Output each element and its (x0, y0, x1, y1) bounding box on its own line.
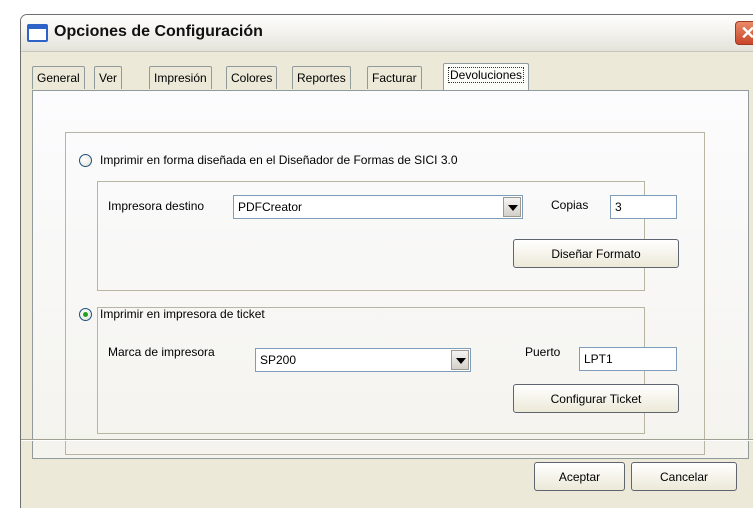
tab-general[interactable]: General (32, 66, 85, 89)
tab-facturar[interactable]: Facturar (367, 66, 422, 89)
config-dialog: Opciones de Configuración ✕ General Ver … (20, 14, 753, 508)
tab-colores[interactable]: Colores (226, 66, 278, 89)
printer-brand-label: Marca de impresora (108, 345, 215, 359)
chevron-down-icon[interactable] (503, 197, 521, 217)
window-icon (27, 24, 48, 42)
printer-destination-value: PDFCreator (238, 200, 303, 214)
radio-ticket-printer[interactable] (79, 308, 92, 321)
port-input[interactable] (579, 347, 677, 371)
tab-ver[interactable]: Ver (94, 66, 123, 89)
radio-designed-form-label[interactable]: Imprimir en forma diseñada en el Diseñad… (100, 153, 458, 167)
title-bar: Opciones de Configuración ✕ (21, 15, 753, 52)
printer-destination-select[interactable]: PDFCreator (233, 195, 523, 219)
tab-devoluciones-label: Devoluciones (448, 67, 525, 83)
copies-label: Copias (551, 198, 589, 212)
tab-impresion[interactable]: Impresión (149, 66, 212, 89)
window-title: Opciones de Configuración (54, 23, 263, 40)
footer-divider (21, 439, 753, 441)
tab-devoluciones[interactable]: Devoluciones (443, 63, 530, 90)
copies-field[interactable] (611, 196, 676, 218)
copies-input[interactable] (610, 195, 677, 219)
design-format-button[interactable]: Diseñar Formato (513, 239, 679, 268)
port-label: Puerto (525, 345, 561, 359)
printer-brand-select[interactable]: SP200 (255, 348, 471, 372)
radio-designed-form[interactable] (79, 154, 92, 167)
port-field[interactable] (580, 348, 676, 370)
cancel-button[interactable]: Cancelar (631, 462, 737, 491)
chevron-down-icon[interactable] (451, 350, 469, 370)
accept-button[interactable]: Aceptar (534, 462, 625, 491)
printer-brand-value: SP200 (260, 353, 297, 367)
printer-destination-label: Impresora destino (108, 199, 205, 213)
tab-reportes[interactable]: Reportes (292, 66, 351, 89)
tab-page-devoluciones: Imprimir en forma diseñada en el Diseñad… (32, 90, 749, 459)
close-icon[interactable]: ✕ (735, 21, 753, 45)
configure-ticket-button[interactable]: Configurar Ticket (513, 384, 679, 413)
